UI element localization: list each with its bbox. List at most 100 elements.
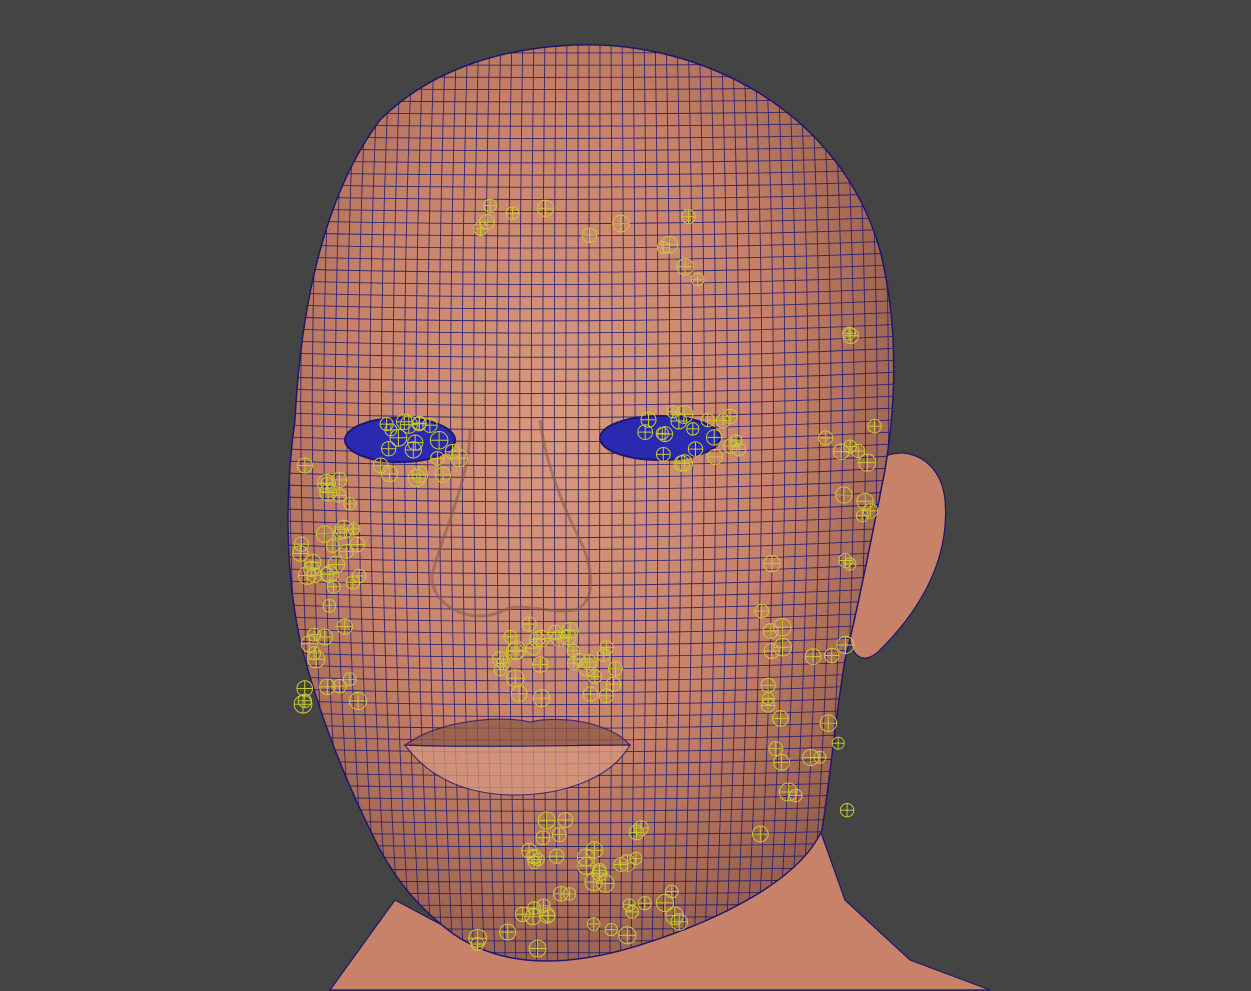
joint-locator[interactable] — [723, 438, 739, 454]
joint-locator[interactable] — [763, 643, 780, 660]
viewport-canvas[interactable] — [0, 0, 1251, 991]
joint-locator[interactable] — [332, 488, 347, 503]
joint-locator[interactable] — [751, 825, 769, 843]
joint-locator[interactable] — [496, 655, 511, 671]
joint-locator[interactable] — [613, 857, 629, 872]
joint-locator[interactable] — [858, 453, 877, 472]
joint-locator[interactable] — [676, 258, 694, 276]
joint-locator[interactable] — [673, 455, 690, 472]
joint-locator[interactable] — [551, 827, 567, 843]
joint-locator[interactable] — [548, 848, 565, 864]
joint-locator[interactable] — [473, 221, 488, 237]
joint-locator[interactable] — [521, 616, 537, 632]
joint-locator[interactable] — [763, 554, 781, 573]
joint-locator[interactable] — [577, 657, 597, 677]
joint-locator[interactable] — [507, 640, 527, 660]
joint-locator[interactable] — [532, 656, 549, 673]
joint-locator[interactable] — [835, 486, 853, 504]
joint-locator[interactable] — [319, 566, 335, 582]
joint-locator[interactable] — [336, 618, 353, 635]
joint-locator[interactable] — [407, 468, 426, 488]
joint-locator[interactable] — [293, 694, 313, 714]
joint-locator[interactable] — [535, 830, 551, 846]
joint-locator[interactable] — [331, 471, 348, 488]
joint-locator[interactable] — [772, 710, 789, 727]
joint-locator[interactable] — [628, 824, 645, 841]
joint-locator[interactable] — [327, 555, 346, 574]
joint-locator[interactable] — [655, 893, 675, 913]
joint-locator[interactable] — [605, 676, 622, 692]
joint-locator[interactable] — [768, 741, 784, 757]
joint-locator[interactable] — [347, 522, 361, 536]
joint-locator[interactable] — [319, 483, 338, 502]
joint-locator[interactable] — [537, 199, 555, 217]
joint-locator[interactable] — [399, 415, 418, 434]
joint-locator[interactable] — [587, 669, 603, 684]
joint-locator[interactable] — [379, 417, 394, 432]
joint-locator[interactable] — [842, 326, 856, 341]
joint-locator[interactable] — [788, 788, 803, 803]
joint-locator[interactable] — [732, 442, 746, 457]
joint-locator[interactable] — [524, 908, 542, 926]
joint-locator[interactable] — [824, 647, 840, 664]
joint-locator[interactable] — [349, 691, 368, 711]
joint-locator[interactable] — [762, 623, 779, 639]
joint-locator[interactable] — [856, 492, 874, 510]
joint-locator[interactable] — [778, 782, 798, 802]
joint-locator[interactable] — [499, 923, 517, 941]
joint-locator[interactable] — [773, 618, 792, 637]
joint-locator[interactable] — [618, 926, 637, 945]
joint-locator[interactable] — [292, 545, 309, 562]
joint-locator[interactable] — [707, 448, 724, 465]
joint-locator[interactable] — [527, 901, 541, 915]
joint-locator[interactable] — [528, 939, 547, 958]
joint-locator[interactable] — [813, 750, 827, 764]
joint-locator[interactable] — [381, 465, 399, 483]
joint-locator[interactable] — [760, 677, 776, 693]
joint-locator[interactable] — [655, 447, 671, 462]
joint-locator[interactable] — [686, 422, 700, 436]
joint-locator[interactable] — [665, 906, 684, 926]
joint-locator[interactable] — [557, 812, 574, 828]
joint-locator[interactable] — [655, 426, 669, 440]
joint-locator[interactable] — [505, 206, 520, 221]
joint-locator[interactable] — [690, 272, 705, 287]
joint-locator[interactable] — [536, 898, 551, 913]
joint-locator[interactable] — [338, 543, 354, 560]
joint-locator[interactable] — [622, 898, 636, 912]
joint-locator[interactable] — [625, 905, 639, 919]
joint-locator[interactable] — [343, 497, 357, 511]
joint-locator[interactable] — [349, 536, 366, 553]
joint-locator[interactable] — [675, 454, 694, 472]
joint-locator[interactable] — [582, 686, 599, 702]
joint-locator[interactable] — [493, 662, 508, 677]
joint-locator[interactable] — [855, 509, 869, 523]
joint-locator[interactable] — [430, 451, 445, 466]
joint-locator[interactable] — [316, 628, 334, 646]
joint-locator[interactable] — [681, 209, 696, 225]
joint-locator[interactable] — [434, 466, 452, 483]
joint-locator[interactable] — [372, 457, 389, 474]
joint-locator[interactable] — [429, 431, 449, 450]
joint-locator[interactable] — [819, 714, 838, 733]
joint-locator[interactable] — [553, 886, 569, 902]
joint-locator[interactable] — [478, 214, 495, 230]
joint-locator[interactable] — [754, 603, 769, 619]
joint-locator[interactable] — [577, 857, 596, 875]
joint-locator[interactable] — [773, 637, 792, 657]
joint-locator[interactable] — [585, 841, 604, 860]
joint-locator[interactable] — [599, 640, 614, 655]
joint-locator[interactable] — [596, 648, 611, 663]
joint-locator[interactable] — [505, 642, 524, 661]
joint-locator[interactable] — [687, 441, 704, 457]
joint-locator[interactable] — [537, 811, 556, 830]
joint-locator[interactable] — [322, 599, 337, 613]
joint-locator[interactable] — [404, 441, 422, 459]
joint-locator[interactable] — [531, 852, 545, 867]
joint-locator[interactable] — [297, 693, 312, 708]
joint-locator[interactable] — [581, 227, 598, 243]
joint-locator[interactable] — [581, 654, 598, 671]
joint-locator[interactable] — [612, 214, 630, 233]
joint-locator[interactable] — [831, 736, 845, 750]
joint-locator[interactable] — [300, 635, 318, 653]
